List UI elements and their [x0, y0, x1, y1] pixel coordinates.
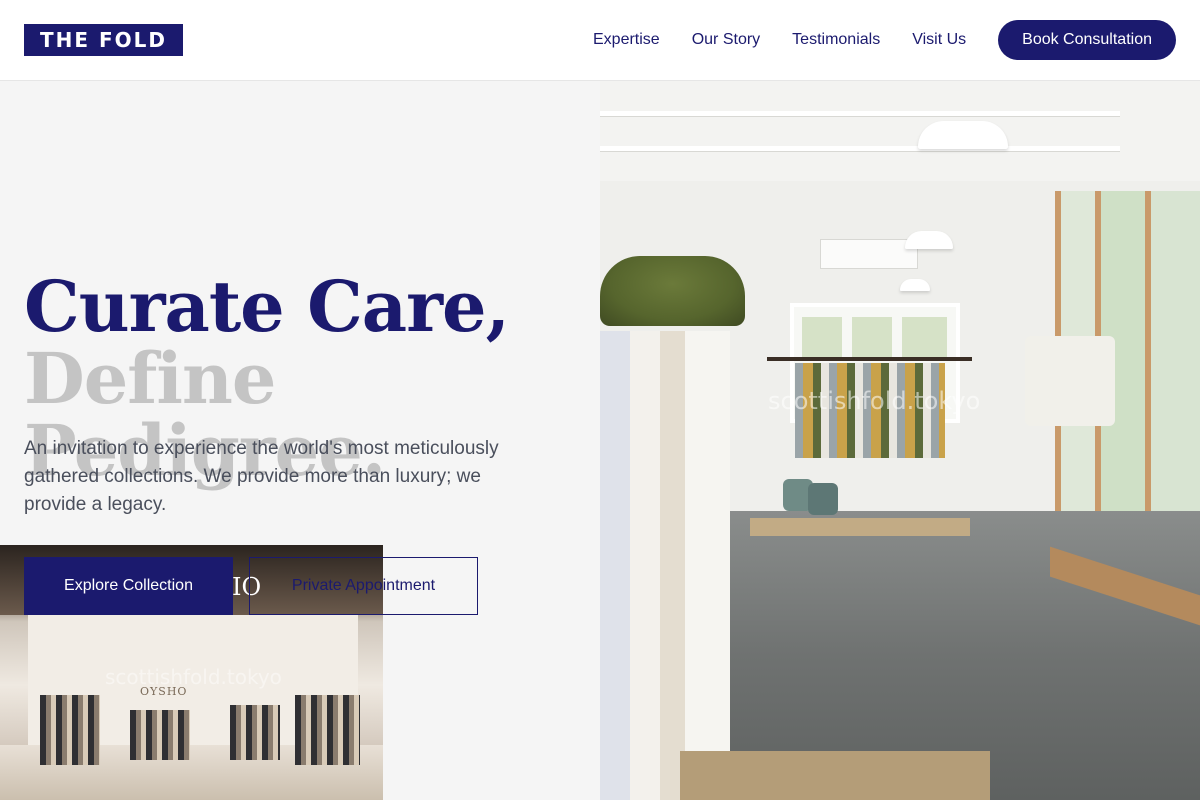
- photo-ceiling: [600, 81, 1200, 191]
- explore-collection-button[interactable]: Explore Collection: [24, 557, 233, 615]
- site-header: THE FOLD Expertise Our Story Testimonial…: [0, 0, 1200, 81]
- book-consultation-button[interactable]: Book Consultation: [998, 20, 1176, 60]
- photo-rug: [680, 751, 990, 800]
- photo-air-conditioner: [820, 239, 918, 269]
- nav-link-expertise[interactable]: Expertise: [593, 31, 660, 49]
- nav-link-our-story[interactable]: Our Story: [692, 31, 760, 49]
- hero-headline-line1: Curate Care,: [24, 265, 510, 348]
- photo-rack-bar: [767, 357, 972, 361]
- photo-clothing-rack: [130, 710, 190, 760]
- showroom-photo: scottishfold.tokyo: [600, 81, 1200, 800]
- photo-watermark: scottishfold.tokyo: [105, 665, 282, 689]
- main-nav: Expertise Our Story Testimonials Visit U…: [593, 20, 1176, 60]
- photo-window-pane: [902, 317, 947, 357]
- photo-bag-stand: [1025, 336, 1115, 426]
- private-appointment-button[interactable]: Private Appointment: [249, 557, 478, 615]
- photo-watermark: scottishfold.tokyo: [768, 387, 981, 415]
- photo-pendant-lamp: [900, 279, 930, 291]
- photo-pendant-lamp: [918, 121, 1008, 149]
- photo-beam: [600, 146, 1120, 152]
- photo-hanging-plant: [600, 256, 745, 326]
- photo-clothing-rack: [40, 695, 100, 765]
- hero-lead: An invitation to experience the world's …: [24, 438, 499, 515]
- nav-link-visit-us[interactable]: Visit Us: [912, 31, 966, 49]
- photo-clothing-rack: [295, 695, 360, 765]
- photo-clothing-rack: [230, 705, 280, 760]
- photo-window-pane: [852, 317, 892, 357]
- photo-clothing-rack-front: [600, 331, 730, 800]
- photo-pendant-lamp: [905, 231, 953, 249]
- photo-beam: [600, 111, 1120, 117]
- photo-rug: [750, 518, 970, 536]
- photo-basket: [808, 483, 838, 515]
- photo-window-pane: [802, 317, 842, 357]
- site-logo[interactable]: THE FOLD: [24, 24, 184, 56]
- nav-link-testimonials[interactable]: Testimonials: [792, 31, 880, 49]
